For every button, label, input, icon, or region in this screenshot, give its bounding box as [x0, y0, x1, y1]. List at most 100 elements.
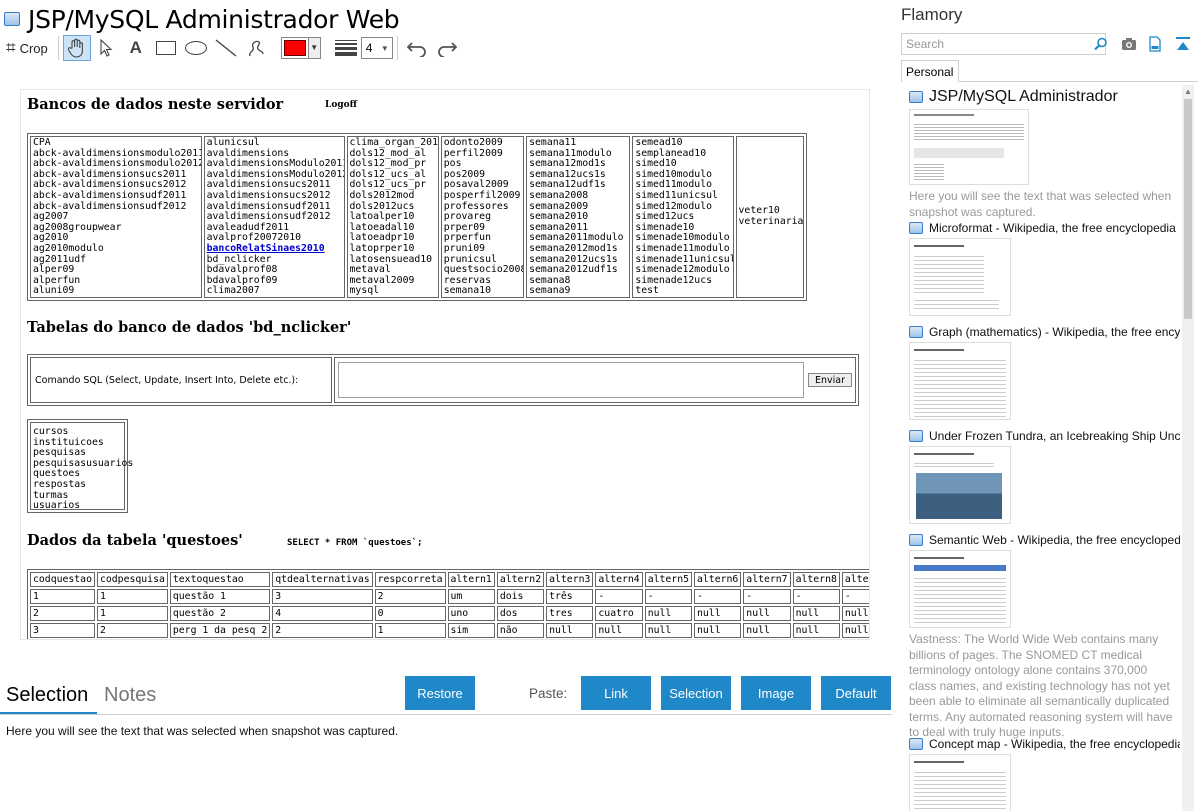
- db-item[interactable]: aluni09: [33, 286, 199, 297]
- line-width-select[interactable]: 4 ▼: [360, 37, 393, 59]
- list-item[interactable]: Under Frozen Tundra, an Icebreaking Ship…: [909, 429, 1180, 524]
- table-cell: dois: [496, 589, 545, 604]
- db-item[interactable]: abck-avaldimensionsudf2011: [33, 190, 199, 202]
- rectangle-icon: [155, 41, 176, 55]
- list-item[interactable]: JSP/MySQL Administrador Here you will se…: [909, 88, 1174, 220]
- db-item[interactable]: CPA: [33, 137, 199, 149]
- search-input[interactable]: Search: [901, 33, 1108, 55]
- table-link[interactable]: respostas: [33, 479, 122, 491]
- db-item[interactable]: clima_organ_2011: [350, 137, 438, 149]
- db-item[interactable]: bancoRelatSinaes2010: [207, 243, 342, 255]
- heading-tables: Tabelas do banco de dados 'bd_nclicker': [27, 319, 352, 336]
- table-cell: 3: [272, 589, 373, 604]
- list-item-title: Concept map - Wikipedia, the free encycl…: [909, 737, 1180, 751]
- table-cell: null: [644, 623, 692, 638]
- db-item[interactable]: clima2007: [207, 286, 342, 297]
- list-item-thumbnail: [909, 550, 1011, 628]
- paste-default-button[interactable]: Default: [821, 676, 891, 710]
- table-row: 11questão 132umdoistrês-------: [30, 589, 869, 604]
- document-icon[interactable]: [1146, 35, 1164, 53]
- hand-tool-button[interactable]: [62, 35, 91, 61]
- db-item[interactable]: ag2010modulo: [33, 243, 199, 255]
- table-cell: uno: [447, 606, 495, 621]
- table-cell: questão 2: [169, 606, 271, 621]
- line-tool-button[interactable]: [211, 35, 241, 61]
- tab-personal[interactable]: Personal: [901, 60, 959, 82]
- rectangle-tool-button[interactable]: [151, 35, 181, 61]
- db-item[interactable]: odonto2009: [444, 137, 521, 149]
- scrollbar-thumb[interactable]: [1184, 99, 1192, 319]
- table-cell: null: [841, 606, 869, 621]
- db-item[interactable]: latoprper10: [350, 243, 436, 255]
- list-item-title: Microformat - Wikipedia, the free encycl…: [909, 221, 1176, 235]
- snapshot-image[interactable]: Bancos de dados neste servidor Logoff CP…: [20, 89, 870, 640]
- db-item[interactable]: semana11: [529, 137, 627, 149]
- list-item[interactable]: Semantic Web - Wikipedia, the free encyc…: [909, 533, 1180, 741]
- db-item[interactable]: semana2008: [529, 190, 627, 202]
- text-tool-button[interactable]: A: [121, 35, 151, 61]
- sidebar-scrollbar[interactable]: ▲: [1182, 85, 1194, 811]
- chevron-down-icon: ▼: [307, 38, 320, 58]
- undo-button[interactable]: [402, 35, 432, 61]
- table-cell: null: [841, 623, 869, 638]
- search-icon[interactable]: [1094, 37, 1108, 51]
- table-link[interactable]: cursos: [33, 426, 122, 438]
- list-item-title-text: Concept map - Wikipedia, the free encycl…: [929, 737, 1180, 751]
- page-icon: [909, 738, 923, 750]
- db-column: alunicsul avaldimensions avaldimensionsMod…: [203, 136, 345, 298]
- tables-list-inner: cursos instituicoes pesquisas pesquisasusua…: [30, 422, 133, 512]
- db-item[interactable]: dols2012mod: [350, 190, 436, 202]
- paste-selection-button[interactable]: Selection: [661, 676, 731, 710]
- ship-photo: [916, 473, 1002, 519]
- list-item[interactable]: Microformat - Wikipedia, the free encycl…: [909, 221, 1176, 316]
- collapse-top-icon[interactable]: [1174, 35, 1192, 53]
- db-item[interactable]: alunicsul: [207, 137, 342, 149]
- table-cell: 1: [96, 589, 168, 604]
- db-item[interactable]: semead10: [635, 137, 730, 149]
- list-item[interactable]: Graph (mathematics) - Wikipedia, the fre…: [909, 325, 1180, 420]
- db-item[interactable]: mysql: [350, 286, 436, 297]
- db-item[interactable]: veterinaria10: [739, 216, 803, 228]
- scroll-up-icon[interactable]: ▲: [1184, 87, 1192, 96]
- db-item[interactable]: avaldimensionsucs2012: [207, 190, 342, 202]
- column-header: qtdealternativas: [272, 572, 373, 587]
- crop-icon: ⌗: [6, 38, 16, 57]
- db-item[interactable]: posperfil2009: [444, 190, 521, 202]
- select-tool-button[interactable]: [91, 35, 121, 61]
- app-name: Flamory: [901, 5, 963, 24]
- table-cell: 1: [374, 623, 446, 638]
- redo-button[interactable]: [432, 35, 462, 61]
- db-item[interactable]: pruni09: [444, 243, 521, 255]
- camera-icon[interactable]: [1120, 35, 1138, 53]
- db-item[interactable]: simenade11modulo: [635, 243, 730, 255]
- table-cell: null: [694, 623, 742, 638]
- table-cell: -: [841, 589, 869, 604]
- restore-button[interactable]: Restore: [405, 676, 475, 710]
- column-header: codpesquisa: [96, 572, 168, 587]
- sql-submit-button[interactable]: Enviar: [807, 373, 852, 387]
- paste-image-button[interactable]: Image: [741, 676, 811, 710]
- tab-notes[interactable]: Notes: [104, 684, 156, 707]
- freehand-tool-button[interactable]: [241, 35, 271, 61]
- table-cell: -: [743, 589, 791, 604]
- databases-table: CPA abck-avaldimensionsmodulo2011 abck-ava…: [27, 133, 807, 301]
- db-item[interactable]: simed11unicsul: [635, 190, 730, 202]
- search-placeholder: Search: [906, 37, 945, 51]
- table-cell: perg 1 da pesq 2: [169, 623, 271, 638]
- db-item[interactable]: semana2012mod1s: [529, 243, 627, 255]
- ellipse-tool-button[interactable]: [181, 35, 211, 61]
- db-item[interactable]: test: [635, 286, 730, 297]
- sql-textarea[interactable]: [337, 362, 804, 398]
- stroke-color-picker[interactable]: ▼: [280, 37, 321, 59]
- db-item[interactable]: semana10: [444, 286, 521, 297]
- snapshot-list: JSP/MySQL Administrador Here you will se…: [896, 85, 1180, 811]
- db-item[interactable]: semana9: [529, 286, 627, 297]
- list-item[interactable]: Concept map - Wikipedia, the free encycl…: [909, 737, 1180, 811]
- sql-label: Comando SQL (Select, Update, Insert Into…: [30, 357, 332, 403]
- tab-selection[interactable]: Selection: [6, 684, 88, 707]
- crop-button[interactable]: ⌗ Crop: [4, 35, 54, 61]
- logoff-link[interactable]: Logoff: [325, 100, 357, 110]
- column-header: altern6: [694, 572, 742, 587]
- table-link[interactable]: usuarios: [33, 501, 122, 512]
- paste-link-button[interactable]: Link: [581, 676, 651, 710]
